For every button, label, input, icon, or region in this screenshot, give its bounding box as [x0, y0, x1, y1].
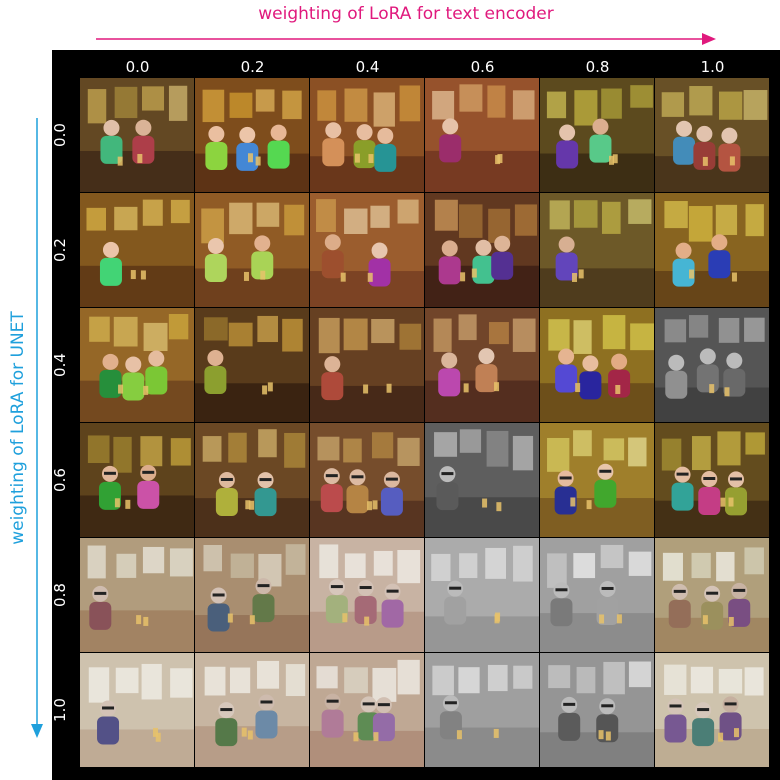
image-grid	[80, 78, 769, 767]
image-thumbnail	[310, 653, 424, 767]
row-label: 0.2	[51, 238, 69, 262]
x-axis-label: weighting of LoRA for text encoder	[258, 4, 554, 24]
image-thumbnail	[195, 538, 309, 652]
generated-image	[310, 308, 424, 422]
image-thumbnail	[80, 423, 194, 537]
column-label: 0.8	[585, 58, 610, 76]
x-axis-arrow	[96, 33, 716, 45]
column-label: 0.2	[240, 58, 265, 76]
generated-image	[540, 308, 654, 422]
image-thumbnail	[80, 653, 194, 767]
column-label: 0.6	[470, 58, 495, 76]
image-thumbnail	[310, 538, 424, 652]
image-thumbnail	[310, 78, 424, 192]
image-thumbnail	[655, 538, 769, 652]
generated-image	[425, 78, 539, 192]
image-thumbnail	[540, 423, 654, 537]
image-grid-frame: 0.0 0.2 0.4 0.6 0.8 1.0 0.0 0.2 0.4 0.6 0.8 1.0	[51, 50, 780, 780]
generated-image	[540, 538, 654, 652]
generated-image	[195, 193, 309, 307]
image-thumbnail	[425, 653, 539, 767]
image-thumbnail	[540, 193, 654, 307]
image-thumbnail	[540, 308, 654, 422]
generated-image	[425, 538, 539, 652]
row-label: 0.0	[51, 123, 69, 147]
generated-image	[310, 423, 424, 537]
generated-image	[425, 423, 539, 537]
generated-image	[540, 78, 654, 192]
y-axis-arrow	[31, 118, 43, 738]
generated-image	[195, 653, 309, 767]
image-thumbnail	[655, 423, 769, 537]
image-thumbnail	[540, 653, 654, 767]
y-axis-label: weighting of LoRA for UNET	[8, 311, 28, 545]
image-thumbnail	[195, 193, 309, 307]
image-thumbnail	[195, 308, 309, 422]
image-thumbnail	[655, 653, 769, 767]
generated-image	[425, 193, 539, 307]
image-thumbnail	[425, 538, 539, 652]
generated-image	[195, 308, 309, 422]
column-label: 0.0	[125, 58, 150, 76]
row-label: 1.0	[51, 698, 69, 722]
generated-image	[80, 423, 194, 537]
generated-image	[195, 423, 309, 537]
row-label: 0.4	[51, 353, 69, 377]
generated-image	[655, 193, 769, 307]
generated-image	[310, 78, 424, 192]
image-thumbnail	[310, 193, 424, 307]
column-label: 1.0	[700, 58, 725, 76]
generated-image	[655, 308, 769, 422]
image-thumbnail	[80, 193, 194, 307]
image-thumbnail	[195, 78, 309, 192]
generated-image	[425, 308, 539, 422]
generated-image	[655, 653, 769, 767]
generated-image	[80, 653, 194, 767]
generated-image	[195, 78, 309, 192]
generated-image	[655, 423, 769, 537]
image-thumbnail	[80, 308, 194, 422]
generated-image	[310, 193, 424, 307]
image-thumbnail	[540, 78, 654, 192]
image-thumbnail	[425, 308, 539, 422]
image-thumbnail	[540, 538, 654, 652]
generated-image	[310, 538, 424, 652]
row-label: 0.6	[51, 468, 69, 492]
image-thumbnail	[195, 653, 309, 767]
image-thumbnail	[310, 423, 424, 537]
generated-image	[80, 78, 194, 192]
image-thumbnail	[425, 78, 539, 192]
generated-image	[80, 538, 194, 652]
generated-image	[425, 653, 539, 767]
generated-image	[310, 653, 424, 767]
row-label: 0.8	[51, 583, 69, 607]
image-thumbnail	[80, 78, 194, 192]
image-thumbnail	[425, 193, 539, 307]
image-thumbnail	[310, 308, 424, 422]
generated-image	[80, 193, 194, 307]
image-thumbnail	[655, 308, 769, 422]
image-thumbnail	[425, 423, 539, 537]
generated-image	[655, 78, 769, 192]
generated-image	[540, 193, 654, 307]
generated-image	[540, 423, 654, 537]
image-thumbnail	[655, 193, 769, 307]
image-thumbnail	[195, 423, 309, 537]
column-label: 0.4	[355, 58, 380, 76]
generated-image	[655, 538, 769, 652]
generated-image	[195, 538, 309, 652]
image-thumbnail	[655, 78, 769, 192]
image-thumbnail	[80, 538, 194, 652]
generated-image	[80, 308, 194, 422]
generated-image	[540, 653, 654, 767]
